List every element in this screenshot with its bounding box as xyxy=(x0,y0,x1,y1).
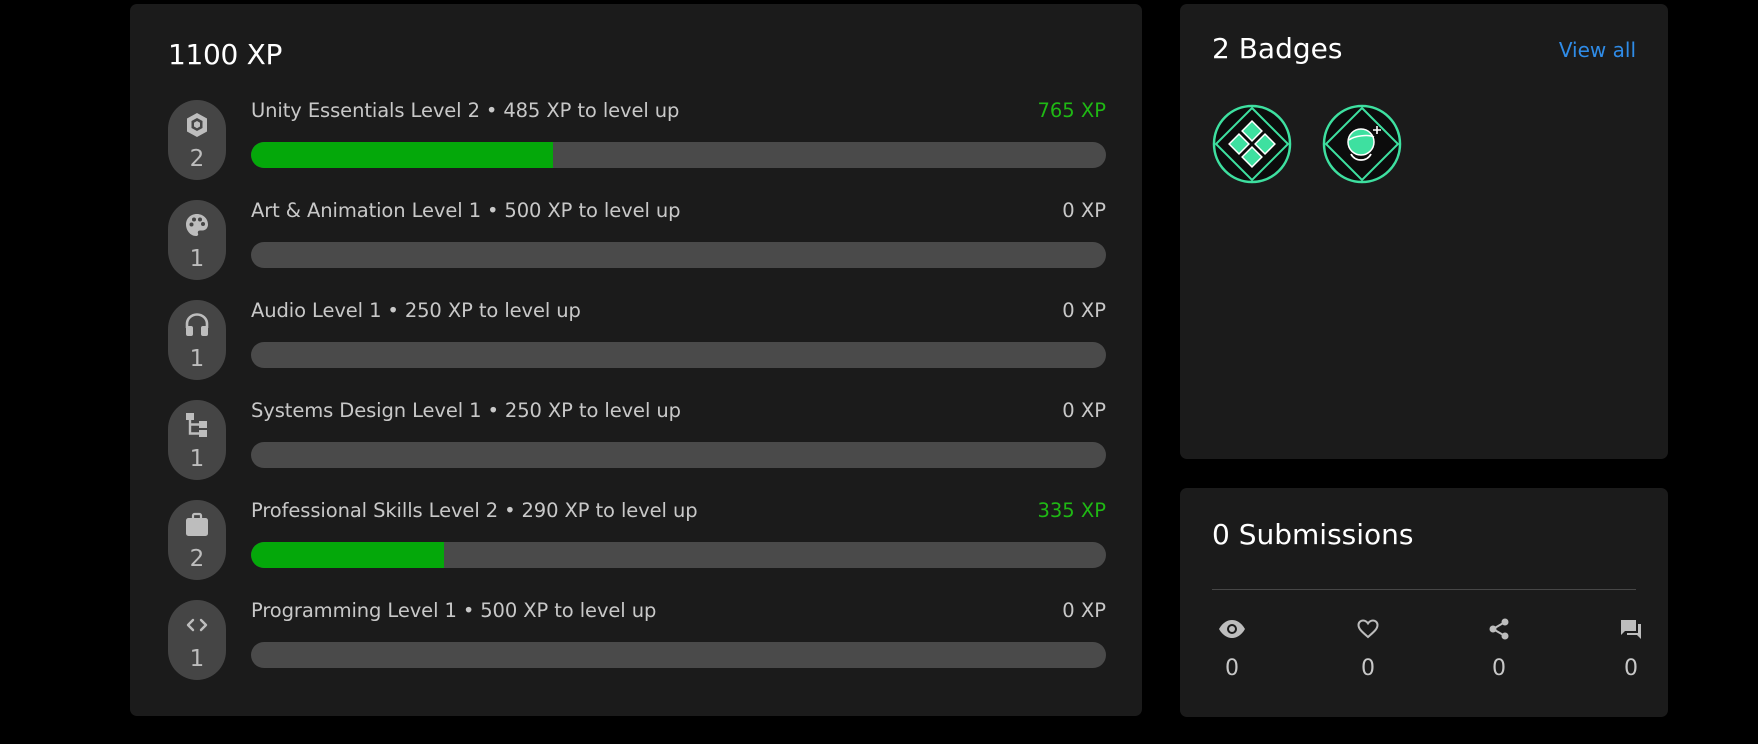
progress-bar xyxy=(251,342,1106,368)
progress-fill xyxy=(251,542,445,568)
divider xyxy=(1212,589,1636,590)
skill-xp: 0 XP xyxy=(1062,199,1106,222)
likes-count: 0 xyxy=(1361,656,1375,681)
skill-row-programming[interactable]: 1 Programming Level 1 • 500 XP to level up… xyxy=(168,599,1106,680)
xp-card: 1100 XP 2 Unity Essentials Level 2 • 485 X… xyxy=(130,4,1142,716)
shares-count: 0 xyxy=(1492,656,1506,681)
skill-level-badge: 1 xyxy=(168,600,226,680)
view-all-link[interactable]: View all xyxy=(1559,38,1636,62)
unity-cube-icon xyxy=(184,112,210,138)
skill-row-art-animation[interactable]: 1 Art & Animation Level 1 • 500 XP to leve… xyxy=(168,199,1106,280)
skill-level: 2 xyxy=(189,546,205,572)
views-count: 0 xyxy=(1225,656,1239,681)
skill-level: 1 xyxy=(189,446,205,472)
skill-level-badge: 1 xyxy=(168,200,226,280)
heart-icon xyxy=(1354,616,1382,642)
code-icon xyxy=(184,612,210,638)
skill-xp: 335 XP xyxy=(1037,499,1106,522)
briefcase-icon xyxy=(184,512,210,538)
share-icon xyxy=(1485,616,1513,642)
skill-level-badge: 1 xyxy=(168,300,226,380)
skill-row-audio[interactable]: 1 Audio Level 1 • 250 XP to level up 0 XP xyxy=(168,299,1106,380)
progress-bar xyxy=(251,442,1106,468)
progress-bar xyxy=(251,242,1106,268)
skill-level-badge: 2 xyxy=(168,500,226,580)
comments-count: 0 xyxy=(1624,656,1638,681)
headphones-icon xyxy=(184,312,210,338)
total-xp: 1100 XP xyxy=(168,38,283,71)
submissions-title: 0 Submissions xyxy=(1212,518,1414,551)
skill-xp: 0 XP xyxy=(1062,399,1106,422)
comments-stat: 0 xyxy=(1611,616,1651,681)
progress-fill xyxy=(251,142,553,168)
skill-level: 1 xyxy=(189,246,205,272)
profile-stats: 1100 XP 2 Unity Essentials Level 2 • 485 X… xyxy=(0,0,1758,744)
hierarchy-icon xyxy=(184,412,210,438)
skill-xp: 765 XP xyxy=(1037,99,1106,122)
progress-bar xyxy=(251,642,1106,668)
submissions-card: 0 Submissions 0 0 0 0 xyxy=(1180,488,1668,717)
skill-title: Unity Essentials Level 2 • 485 XP to level… xyxy=(251,99,680,122)
badges-title: 2 Badges xyxy=(1212,32,1343,65)
skill-level-badge: 1 xyxy=(168,400,226,480)
shares-stat: 0 xyxy=(1479,616,1519,681)
skill-row-professional-skills[interactable]: 2 Professional Skills Level 2 • 290 XP to … xyxy=(168,499,1106,580)
skill-xp: 0 XP xyxy=(1062,599,1106,622)
skill-title: Programming Level 1 • 500 XP to level up xyxy=(251,599,657,622)
progress-bar xyxy=(251,542,1106,568)
skill-row-unity-essentials[interactable]: 2 Unity Essentials Level 2 • 485 XP to lev… xyxy=(168,99,1106,180)
skill-row-systems-design[interactable]: 1 Systems Design Level 1 • 250 XP to level… xyxy=(168,399,1106,480)
views-stat: 0 xyxy=(1212,616,1252,681)
skill-title: Art & Animation Level 1 • 500 XP to level … xyxy=(251,199,681,222)
progress-bar xyxy=(251,142,1106,168)
skill-level: 1 xyxy=(189,646,205,672)
palette-icon xyxy=(184,212,210,238)
skill-level-badge: 2 xyxy=(168,100,226,180)
eye-icon xyxy=(1218,616,1246,642)
skill-title: Systems Design Level 1 • 250 XP to level u… xyxy=(251,399,681,422)
skill-level: 1 xyxy=(189,346,205,372)
skill-level: 2 xyxy=(189,146,205,172)
comment-icon xyxy=(1617,616,1645,642)
diamond-grid-badge-icon[interactable] xyxy=(1212,104,1292,184)
orbit-sphere-badge-icon[interactable] xyxy=(1322,104,1402,184)
skill-xp: 0 XP xyxy=(1062,299,1106,322)
skill-title: Professional Skills Level 2 • 290 XP to le… xyxy=(251,499,698,522)
skill-title: Audio Level 1 • 250 XP to level up xyxy=(251,299,581,322)
likes-stat: 0 xyxy=(1348,616,1388,681)
badges-card: 2 Badges View all xyxy=(1180,4,1668,459)
